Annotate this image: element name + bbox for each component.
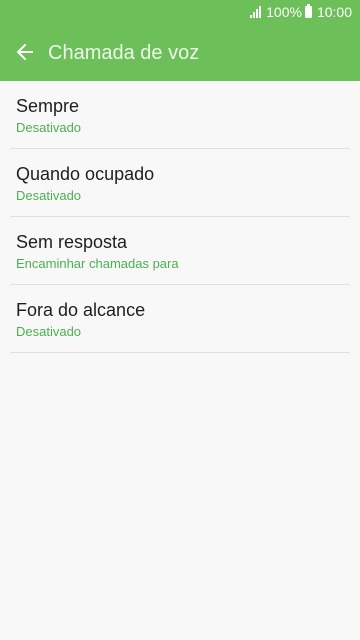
list-item-sem-resposta[interactable]: Sem resposta Encaminhar chamadas para [10,217,350,285]
item-title: Sem resposta [16,232,128,252]
status-bar: 100% 10:00 [0,0,360,24]
page-title: Chamada de voz [48,42,200,64]
list-item-sempre[interactable]: Sempre Desativado [10,81,350,149]
item-subtitle: Encaminhar chamadas para [16,256,179,271]
status-indicators: 100% 10:00 [250,4,352,20]
signal-icon [250,6,262,18]
battery-percent: 100% [266,4,302,20]
list-item-quando-ocupado[interactable]: Quando ocupado Desativado [10,149,350,217]
item-subtitle: Desativado [16,120,82,135]
back-button[interactable] [8,35,42,69]
arrow-left-icon [16,43,33,61]
forwarding-options-list: Sempre Desativado Quando ocupado Desativ… [0,81,360,353]
item-title: Quando ocupado [16,164,155,184]
item-subtitle: Desativado [16,188,82,203]
item-title: Sempre [16,96,80,116]
list-item-fora-do-alcance[interactable]: Fora do alcance Desativado [10,285,350,353]
item-subtitle: Desativado [16,324,82,339]
app-bar: Chamada de voz [0,24,360,81]
battery-icon [304,4,312,18]
status-time: 10:00 [316,4,352,20]
item-title: Fora do alcance [16,300,146,320]
